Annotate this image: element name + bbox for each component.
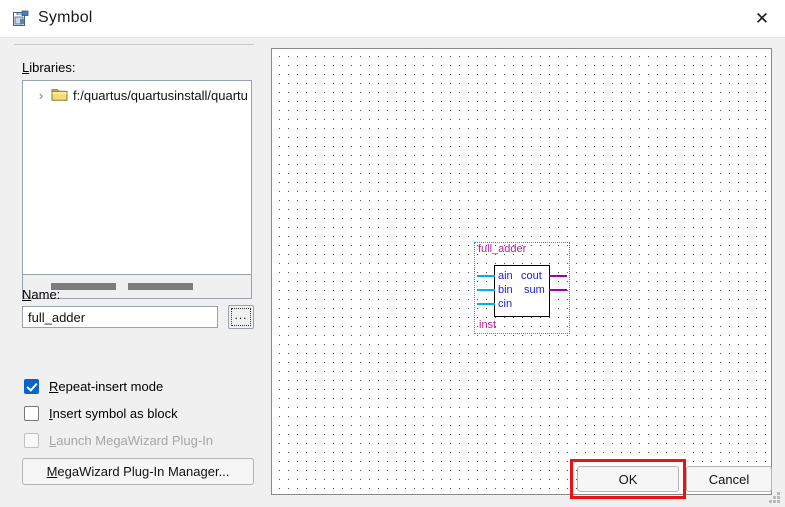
checkbox-label-rest: aunch MegaWizard Plug-In	[56, 432, 214, 448]
checkbox-label: Insert symbol as block	[49, 406, 178, 421]
input-pin-line-cin	[477, 303, 495, 305]
name-input[interactable]	[22, 306, 218, 328]
megawizard-plugin-manager-button[interactable]: MegaWizard Plug-In Manager...	[22, 458, 254, 485]
tree-item-label: f:/quartus/quartusinstall/quartu	[73, 87, 248, 103]
chevron-right-icon[interactable]: ›	[31, 88, 51, 103]
checkbox-indicator-checked[interactable]	[24, 378, 39, 394]
scrollbar-thumb-left[interactable]	[51, 283, 116, 290]
checkbox-insert-symbol-as-block[interactable]: Insert symbol as block	[24, 404, 178, 422]
megawizard-button-label: MegaWizard Plug-In Manager...	[46, 464, 230, 479]
port-label-cout: cout	[521, 270, 542, 282]
output-pin-line-cout	[549, 275, 567, 277]
checkbox-accel: R	[49, 378, 59, 394]
folder-icon	[51, 88, 68, 102]
checkbox-label: Launch MegaWizard Plug-In	[49, 433, 213, 448]
input-pin-line-ain	[477, 275, 495, 277]
ok-button-highlight-annotation	[570, 459, 686, 499]
libraries-label: Libraries:	[22, 60, 75, 75]
libraries-tree[interactable]: › f:/quartus/quartusinstall/quartu	[22, 80, 252, 275]
checkbox-indicator-disabled	[24, 432, 39, 448]
left-panel-divider	[14, 44, 254, 45]
port-label-ain: ain	[498, 270, 513, 282]
libraries-label-rest: ibraries:	[29, 60, 76, 75]
tree-item-quartus-library[interactable]: › f:/quartus/quartusinstall/quartu	[23, 85, 251, 105]
symbol-instance-label: inst	[479, 319, 497, 331]
dialog-body: Libraries: › f:/quartus/quartusinstall/q…	[0, 38, 785, 507]
name-label-rest: ame:	[31, 287, 61, 302]
port-label-cin: cin	[498, 298, 513, 310]
close-icon[interactable]: ✕	[739, 0, 785, 38]
symbol-preview-canvas[interactable]: full_adder ain bin cin cout sum inst	[271, 48, 772, 495]
checkbox-label: Repeat-insert mode	[49, 379, 163, 394]
input-pin-line-bin	[477, 289, 495, 291]
browse-button-label: ...	[231, 308, 251, 326]
port-label-bin: bin	[498, 284, 513, 296]
name-label-accel: N	[22, 287, 32, 302]
symbol-name-label: full_adder	[478, 243, 527, 255]
resize-grip[interactable]	[768, 491, 781, 504]
scrollbar-thumb-right[interactable]	[128, 283, 193, 290]
name-label: Name:	[22, 287, 60, 302]
checkbox-launch-megawizard-plugin: Launch MegaWizard Plug-In	[24, 431, 213, 449]
port-label-sum: sum	[524, 284, 545, 296]
checkbox-indicator-unchecked[interactable]	[24, 405, 39, 421]
window-title: Symbol	[38, 9, 93, 26]
symbol-document-icon	[11, 9, 31, 29]
checkbox-repeat-insert-mode[interactable]: Repeat-insert mode	[24, 377, 163, 395]
checkbox-label-rest: epeat-insert mode	[58, 378, 164, 394]
cancel-button[interactable]: Cancel	[686, 466, 772, 492]
browse-button[interactable]: ...	[228, 305, 254, 329]
checkbox-label-rest: nsert symbol as block	[52, 405, 178, 421]
symbol-graphic[interactable]: full_adder ain bin cin cout sum inst	[474, 242, 570, 334]
title-bar: Symbol ✕	[0, 0, 785, 38]
output-pin-line-sum	[549, 289, 567, 291]
